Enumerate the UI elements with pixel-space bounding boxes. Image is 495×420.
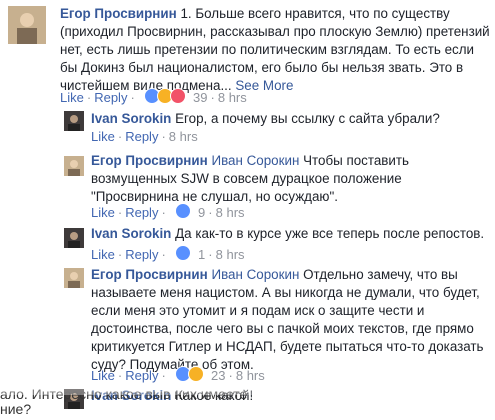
- comment-text: Егор Просвирнин Иван Сорокин Отдельно за…: [91, 266, 486, 374]
- reply-button[interactable]: Reply: [125, 129, 158, 144]
- avatar-photo-icon: [64, 228, 84, 248]
- like-button[interactable]: Like: [60, 90, 84, 105]
- reaction-count[interactable]: 23: [211, 368, 225, 383]
- comment-text: Егор Просвирнин Иван Сорокин Чтобы поста…: [91, 152, 486, 206]
- comment-text: Ivan Sorokin Да как-то в курсе уже все т…: [91, 225, 491, 243]
- like-reaction-icon[interactable]: [175, 203, 192, 219]
- comment-actions: Like · Reply · 8 hrs: [91, 129, 198, 144]
- like-button[interactable]: Like: [91, 247, 115, 262]
- like-button[interactable]: Like: [91, 368, 115, 383]
- overlay-shade: [0, 387, 495, 395]
- comment-text: Егор Просвирнин 1. Больше всего нравится…: [60, 5, 490, 95]
- like-button[interactable]: Like: [91, 129, 115, 144]
- haha-reaction-icon[interactable]: [188, 366, 205, 382]
- comment-body: Да как-то в курсе уже все теперь после р…: [175, 226, 485, 241]
- background-page-text: ние?: [0, 401, 32, 417]
- mention-link[interactable]: Иван Сорокин: [211, 153, 299, 168]
- avatar[interactable]: [64, 228, 84, 248]
- reply-ivan-1: Ivan Sorokin Егор, а почему вы ссылку с …: [0, 108, 495, 148]
- avatar-photo-icon: [64, 111, 84, 131]
- bottom-overlap-area: Ivan Sorokin Какое какой! ало. Интересно…: [0, 387, 495, 420]
- comment-actions: Like · Reply · 1 · 8 hrs: [91, 245, 245, 262]
- reply-button[interactable]: Reply: [125, 368, 158, 383]
- avatar[interactable]: [8, 6, 46, 44]
- comment-actions: Like · Reply · 9 · 8 hrs: [91, 203, 245, 220]
- like-button[interactable]: Like: [91, 205, 115, 220]
- reply-egor-1: Егор Просвирнин Иван Сорокин Чтобы поста…: [0, 148, 495, 220]
- comment-author[interactable]: Ivan Sorokin: [91, 111, 171, 126]
- reply-button[interactable]: Reply: [125, 205, 158, 220]
- comment-author[interactable]: Ivan Sorokin: [91, 226, 171, 241]
- comment-body: Егор, а почему вы ссылку с сайта убрали?: [175, 111, 440, 126]
- avatar-photo-icon: [8, 6, 46, 44]
- comment-thread: Егор Просвирнин 1. Больше всего нравится…: [0, 0, 495, 420]
- comment-author[interactable]: Егор Просвирнин: [60, 6, 177, 21]
- like-reaction-icon[interactable]: [175, 245, 192, 261]
- reply-ivan-2: Ivan Sorokin Да как-то в курсе уже все т…: [0, 220, 495, 262]
- timestamp[interactable]: 8 hrs: [216, 247, 245, 262]
- reaction-count[interactable]: 39: [193, 90, 207, 105]
- timestamp[interactable]: 8 hrs: [169, 129, 198, 144]
- comment-egor-1: Егор Просвирнин 1. Больше всего нравится…: [0, 0, 495, 108]
- love-reaction-icon[interactable]: [170, 88, 187, 104]
- reply-button[interactable]: Reply: [94, 90, 127, 105]
- comment-author[interactable]: Егор Просвирнин: [91, 153, 208, 168]
- comment-text: Ivan Sorokin Егор, а почему вы ссылку с …: [91, 110, 491, 128]
- timestamp[interactable]: 8 hrs: [216, 205, 245, 220]
- avatar[interactable]: [64, 156, 84, 176]
- timestamp[interactable]: 8 hrs: [236, 368, 265, 383]
- comment-author[interactable]: Егор Просвирнин: [91, 267, 208, 282]
- comment-body: Отдельно замечу, что вы называете меня н…: [91, 267, 484, 372]
- timestamp[interactable]: 8 hrs: [218, 90, 247, 105]
- avatar-photo-icon: [64, 156, 84, 176]
- avatar-photo-icon: [64, 268, 84, 288]
- comment-actions: Like · Reply · 23 · 8 hrs: [91, 366, 265, 383]
- reply-button[interactable]: Reply: [125, 247, 158, 262]
- comment-actions: Like · Reply · 39 · 8 hrs: [60, 88, 247, 105]
- avatar[interactable]: [64, 111, 84, 131]
- reply-egor-2: Егор Просвирнин Иван Сорокин Отдельно за…: [0, 262, 495, 384]
- avatar[interactable]: [64, 268, 84, 288]
- mention-link[interactable]: Иван Сорокин: [211, 267, 299, 282]
